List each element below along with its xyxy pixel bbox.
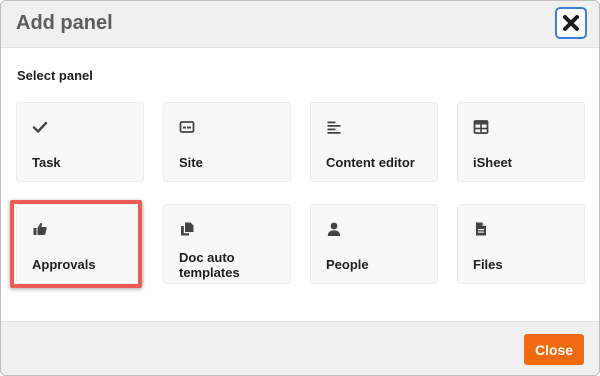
panel-label: Task (32, 155, 61, 170)
dialog-footer: Close (1, 321, 599, 375)
panel-tile-site[interactable]: Site (163, 102, 291, 182)
panel-tile-files[interactable]: Files (457, 204, 585, 284)
section-label: Select panel (17, 68, 93, 83)
panel-label: iSheet (473, 155, 513, 170)
panel-label: Content editor (326, 155, 415, 170)
panel-tile-isheet[interactable]: iSheet (457, 102, 585, 182)
panel-label: Files (473, 257, 503, 272)
panel-label: Doc auto templates (179, 250, 240, 280)
panel-label: Site (179, 155, 203, 170)
panel-tile-doc-auto-templates[interactable]: Doc auto templates (163, 204, 291, 284)
close-dialog-button[interactable] (555, 7, 587, 39)
close-x-icon (563, 15, 579, 31)
add-panel-dialog: Add panel Select panel Task Site Content… (0, 0, 600, 376)
align-left-icon (327, 121, 341, 134)
dialog-title: Add panel (16, 12, 113, 34)
dialog-header: Add panel (1, 1, 599, 48)
panel-tile-content-editor[interactable]: Content editor (310, 102, 438, 182)
site-icon (179, 121, 195, 133)
panel-label: People (326, 257, 369, 272)
thumbs-up-icon (33, 222, 47, 235)
panel-tile-approvals[interactable]: Approvals (16, 204, 144, 284)
person-icon (327, 222, 341, 236)
panel-tile-people[interactable]: People (310, 204, 438, 284)
checkmark-icon (32, 121, 48, 133)
close-button[interactable]: Close (524, 334, 584, 365)
panel-tile-task[interactable]: Task (16, 102, 144, 182)
table-icon (473, 120, 489, 134)
copy-documents-icon (181, 222, 194, 236)
file-icon (476, 222, 486, 236)
panel-label: Approvals (32, 257, 96, 272)
